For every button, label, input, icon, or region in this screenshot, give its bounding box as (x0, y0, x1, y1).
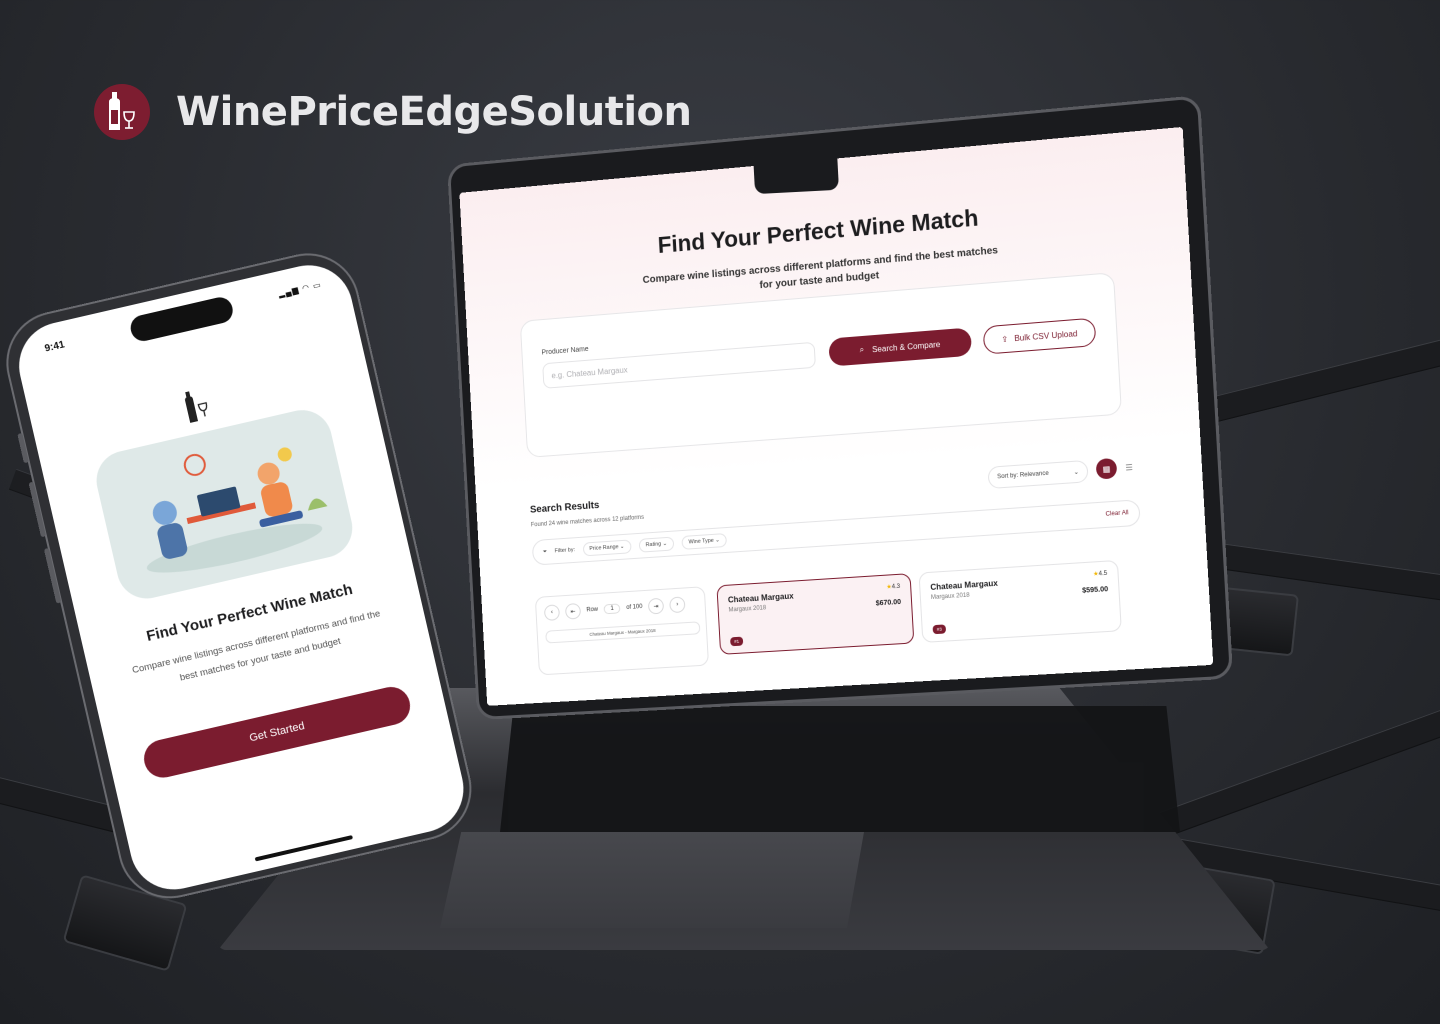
first-page-icon[interactable]: ⇤ (565, 603, 581, 620)
sort-select[interactable]: Sort by: Relevance ⌄ (987, 460, 1088, 489)
phone-side-button (29, 482, 46, 538)
sort-label: Sort by: Relevance (997, 471, 1049, 481)
row-label: Row (586, 607, 598, 614)
search-compare-label: Search & Compare (872, 339, 941, 353)
row-total: of 100 (626, 604, 642, 611)
laptop-screen: Find Your Perfect Wine Match Compare win… (459, 127, 1213, 706)
chevron-right-icon[interactable]: › (669, 596, 685, 613)
row-pager: ‹ ⇤ Row 1 of 100 ⇥ › Chateau Margaux - M… (535, 586, 709, 675)
row-input[interactable]: 1 (604, 603, 621, 614)
brand-header: WinePriceEdgeSolution (94, 84, 692, 140)
signal-wifi-battery-icon: ▂▄▆ ◠ ▭ (278, 280, 323, 299)
laptop-trackpad (440, 832, 864, 928)
wine-card[interactable]: Chateau Margaux Margaux 2018 ★4.5 $595.0… (918, 560, 1121, 643)
upload-icon: ⇪ (1001, 334, 1008, 344)
filter-label: Filter by: (555, 547, 576, 554)
status-time: 9:41 (44, 339, 66, 354)
filter-wine-type[interactable]: Wine Type ⌄ (681, 533, 727, 550)
search-icon: ⌕ (859, 345, 864, 355)
bulk-csv-upload-label: Bulk CSV Upload (1014, 329, 1078, 343)
phone-side-button (44, 548, 61, 604)
brand-title: WinePriceEdgeSolution (176, 89, 692, 135)
filter-rating[interactable]: Rating ⌄ (639, 537, 675, 553)
filter-price-range[interactable]: Price Range ⌄ (582, 539, 631, 556)
pager-controls: ‹ ⇤ Row 1 of 100 ⇥ › (544, 596, 686, 621)
laptop-keyboard (500, 706, 1180, 832)
chevron-down-icon: ⌄ (1073, 468, 1079, 475)
wine-bottle-glass-icon (178, 386, 216, 432)
get-started-button[interactable]: Get Started (140, 683, 414, 781)
onboarding-illustration (91, 404, 359, 604)
results-subtitle: Found 24 wine matches across 12 platform… (531, 515, 644, 529)
rank-badge: #1 (730, 637, 743, 647)
web-app: Find Your Perfect Wine Match Compare win… (459, 127, 1213, 706)
grid-view-icon[interactable]: ▦ (1096, 458, 1118, 480)
wine-card[interactable]: Chateau Margaux Margaux 2018 ★4.3 $670.0… (716, 573, 914, 655)
wine-rating: ★4.5 (1093, 570, 1108, 578)
phone-side-button (17, 433, 29, 463)
rank-badge: #3 (933, 624, 947, 634)
producer-name-label: Producer Name (541, 346, 588, 357)
wine-bottle-glass-icon (94, 84, 150, 140)
last-page-icon[interactable]: ⇥ (648, 598, 664, 615)
camera-notch (753, 150, 839, 194)
clear-all-button[interactable]: Clear All (1105, 510, 1128, 518)
search-card: Producer Name e.g. Chateau Margaux ⌕ Sea… (520, 272, 1122, 458)
wine-price: $595.00 (1082, 586, 1108, 595)
wine-rating: ★4.3 (886, 583, 900, 591)
filter-bar: ⏷ Filter by: Price Range ⌄ Rating ⌄ Wine… (532, 499, 1141, 565)
wine-price: $670.00 (876, 599, 902, 608)
dynamic-island (128, 295, 235, 344)
filter-icon: ⏷ (543, 548, 548, 555)
search-compare-button[interactable]: ⌕ Search & Compare (828, 327, 972, 366)
results-title: Search Results (530, 500, 600, 516)
list-view-icon[interactable]: ☰ (1118, 456, 1140, 478)
chevron-left-icon[interactable]: ‹ (544, 604, 560, 621)
home-indicator (255, 835, 353, 861)
bulk-csv-upload-button[interactable]: ⇪ Bulk CSV Upload (983, 318, 1097, 355)
pager-caption: Chateau Margaux - Margaux 2018 (545, 621, 700, 643)
